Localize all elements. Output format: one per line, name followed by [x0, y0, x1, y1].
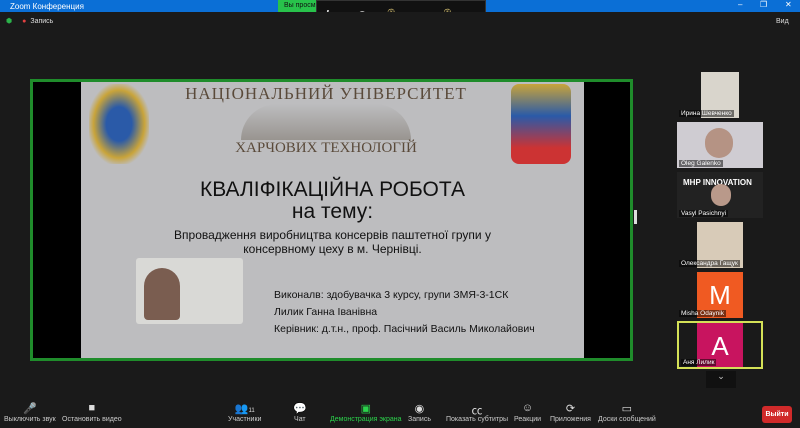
slide-topic: Впровадження виробництва консервів паште…	[81, 228, 584, 256]
chat-icon: 💬	[293, 403, 307, 415]
topic-line: консервному цеху в м. Чернівці.	[243, 242, 422, 256]
close-button[interactable]: ✕	[785, 0, 792, 9]
participants-count: 11	[248, 408, 255, 414]
participant-name: Oleg Galenko	[679, 160, 723, 167]
whiteboard-label: Доски сообщений	[598, 416, 656, 423]
resize-handle[interactable]	[634, 210, 637, 224]
participants-label: Участники	[228, 416, 262, 423]
participant-name: Аня Лилик	[681, 359, 717, 366]
chat-button[interactable]: 💬 Чат	[293, 402, 307, 423]
window-title: Zoom Конференция	[10, 1, 84, 11]
security-shield-icon[interactable]: ⬢	[6, 17, 12, 25]
participants-button[interactable]: 👥11 Участники	[228, 402, 261, 423]
video-camera-icon: ■	[88, 402, 96, 414]
presentation-slide: НАЦІОНАЛЬНИЙ УНІВЕРСИТЕТ ХАРЧОВИХ ТЕХНОЛ…	[81, 82, 584, 358]
id-card-photo	[136, 258, 243, 324]
meeting-topbar: ⬢ ● Запись Вид	[0, 12, 800, 30]
university-name-line2: ХАРЧОВИХ ТЕХНОЛОГІЙ	[235, 140, 417, 156]
participant-name: Vasyl Pasichnyi	[679, 210, 729, 217]
university-crest-left	[89, 84, 149, 164]
participant-name: Ирина Шевченко	[679, 110, 734, 117]
participant-name: Misha Odaynik	[679, 310, 726, 317]
whiteboard-icon: ▭	[621, 403, 633, 415]
record-button[interactable]: ◉ Запись	[408, 402, 431, 423]
apps-label: Приложения	[550, 416, 591, 423]
supervisor-text: Керівник: д.т.н., проф. Пасічний Василь …	[274, 323, 535, 335]
participant-name: Олександра Гащук	[679, 260, 740, 267]
restore-button[interactable]: ❐	[760, 0, 767, 9]
chat-label: Чат	[294, 416, 306, 423]
video-label: Остановить видео	[62, 416, 122, 423]
share-screen-icon: ▣	[360, 403, 371, 415]
leave-button[interactable]: Выйти	[762, 406, 792, 423]
performer-text: Виконалв: здобувачка 3 курсу, групи ЗМЯ-…	[274, 289, 509, 301]
participant-tile[interactable]: Олександра Гащук	[677, 222, 763, 268]
participants-icon: 👥11	[234, 403, 255, 415]
stop-video-button[interactable]: ■ Остановить видео	[62, 402, 122, 423]
cc-icon: ㏄	[471, 405, 483, 417]
slide-title: КВАЛІФІКАЦІЙНА РОБОТА	[199, 178, 466, 201]
author-info: Виконалв: здобувачка 3 курсу, групи ЗМЯ-…	[274, 287, 535, 338]
participant-tile[interactable]: M Misha Odaynik	[677, 272, 763, 318]
reactions-button[interactable]: ☺ Реакции	[514, 402, 541, 423]
shared-screen: НАЦІОНАЛЬНИЙ УНІВЕРСИТЕТ ХАРЧОВИХ ТЕХНОЛ…	[30, 79, 633, 361]
apps-button[interactable]: ⟳ Приложения	[550, 402, 591, 423]
recording-icon[interactable]: ●	[22, 18, 26, 25]
view-button[interactable]: Вид	[776, 18, 789, 25]
microphone-icon: 🎤	[23, 403, 37, 415]
minimize-button[interactable]: –	[738, 0, 742, 9]
participant-tile[interactable]: MHP INNOVATION Vasyl Pasichnyi	[677, 172, 763, 218]
whiteboard-button[interactable]: ▭ Доски сообщений	[598, 402, 656, 423]
participant-tile[interactable]: Ирина Шевченко	[677, 72, 763, 118]
captions-label: Показать субтитры	[446, 416, 509, 423]
mute-label: Выключить звук	[4, 416, 56, 423]
reactions-label: Реакции	[514, 416, 542, 423]
university-name-line1: НАЦІОНАЛЬНИЙ УНІВЕРСИТЕТ	[185, 84, 467, 103]
recording-label: Запись	[30, 17, 54, 25]
apps-icon: ⟳	[565, 403, 576, 415]
university-crest-right	[511, 84, 571, 164]
record-label: Запись	[408, 416, 431, 423]
participant-tile[interactable]: Oleg Galenko	[677, 122, 763, 168]
mute-button[interactable]: 🎤 Выключить звук	[4, 402, 56, 423]
share-label: Демонстрация экрана	[330, 416, 402, 423]
captions-button[interactable]: ㏄ Показать субтитры	[446, 402, 508, 423]
record-icon: ◉	[414, 403, 425, 415]
active-speaker-tile[interactable]: A Аня Лилик	[677, 321, 763, 369]
reactions-icon: ☺	[521, 402, 534, 414]
slide-subtitle: на тему:	[291, 200, 374, 223]
share-screen-button[interactable]: ▣ Демонстрация экрана	[330, 402, 402, 423]
student-name: Лилик Ганна Іванівна	[274, 306, 378, 318]
meeting-toolbar: 🎤 Выключить звук ■ Остановить видео 👥11 Уча…	[0, 398, 800, 428]
university-building-image	[241, 104, 411, 140]
topic-line: Впровадження виробництва консервів паште…	[174, 228, 491, 242]
scroll-down-chevron-icon[interactable]: ⌄	[706, 371, 736, 388]
